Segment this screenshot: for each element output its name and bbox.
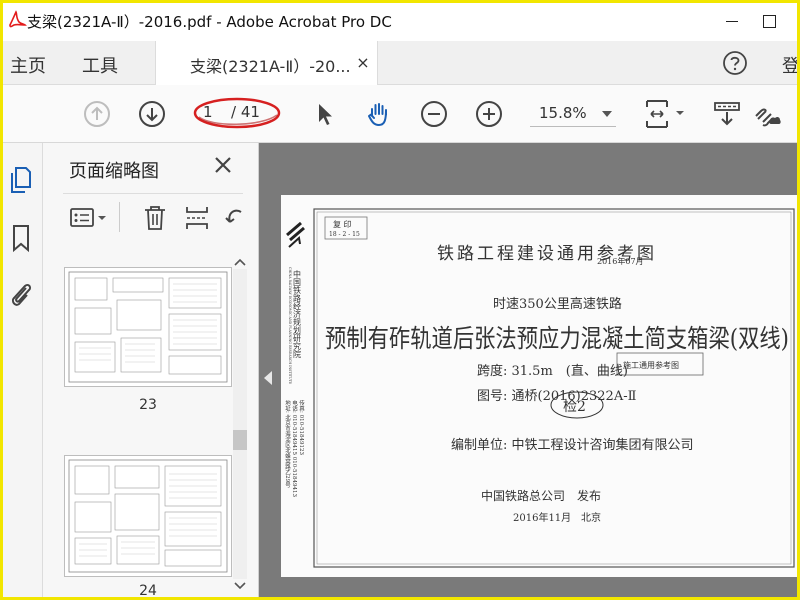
publish-place: 北京 xyxy=(581,511,601,524)
thumbnail-options-icon[interactable] xyxy=(69,204,109,232)
comment-icon[interactable] xyxy=(712,99,742,129)
maximize-button[interactable] xyxy=(758,9,788,33)
close-tab-icon[interactable]: × xyxy=(355,53,371,72)
copy-stamp-line-1: 复 印 xyxy=(333,219,352,229)
side-org-text: 中国铁路经济规划研究院 xyxy=(293,269,302,359)
pages-icon[interactable] xyxy=(8,165,34,195)
close-panel-icon[interactable] xyxy=(211,153,235,177)
thumbnail-scrollbar[interactable] xyxy=(230,255,250,595)
side-fax-text: 传真: 010-51849123 xyxy=(298,399,305,456)
pdf-cover-page: 中国铁路经济规划研究院 CHINA RAILWAY ECONOMIC AND P… xyxy=(281,195,797,577)
insert-page-icon[interactable] xyxy=(183,204,211,232)
page-thumbnail-23[interactable] xyxy=(64,267,232,387)
zoom-value: 15.8% xyxy=(539,104,587,122)
collapse-panel-icon[interactable] xyxy=(262,369,274,387)
subtitle: 时速350公里高速铁路 xyxy=(493,296,622,312)
fit-page-icon[interactable] xyxy=(643,99,689,129)
thumbnails-panel: 页面缩略图 23 24 xyxy=(43,143,259,599)
scroll-down-icon[interactable] xyxy=(234,581,246,591)
publisher-text: 中国铁路总公司 发布 xyxy=(481,488,601,503)
panel-toolbar xyxy=(63,193,243,237)
title-bar: 支梁(2321A-Ⅱ）-2016.pdf - Adobe Acrobat Pro… xyxy=(3,3,797,41)
rotate-page-icon[interactable] xyxy=(221,204,249,232)
acrobat-logo-icon xyxy=(9,10,27,28)
thumbnail-drawing xyxy=(68,459,228,573)
date-stamp-overlay: 2016年07月 xyxy=(597,256,644,266)
hand-tool-icon[interactable] xyxy=(364,99,394,129)
help-icon[interactable] xyxy=(722,50,748,76)
pdf-page: 中国铁路经济规划研究院 CHINA RAILWAY ECONOMIC AND P… xyxy=(281,195,797,577)
span-text: 跨度: 31.5m (直、曲线) xyxy=(477,363,628,379)
thumbnail-label-24: 24 xyxy=(139,583,157,599)
side-phone-text: 电话: 010-51849415 010-51849413 xyxy=(291,399,298,498)
navigation-rail xyxy=(3,143,43,597)
panel-title: 页面缩略图 xyxy=(69,161,159,182)
inspection-stamp-text: 检2 xyxy=(563,399,586,415)
document-tab-label: 支梁(2321A-Ⅱ）-20... xyxy=(190,57,351,76)
publish-date: 2016年11月 xyxy=(513,511,571,524)
copy-stamp-line-2: 18 - 2 - 15 xyxy=(329,231,360,238)
minimize-button[interactable] xyxy=(718,9,748,33)
chevron-down-icon xyxy=(602,111,612,117)
zoom-in-icon[interactable] xyxy=(474,99,504,129)
approval-box-text: 施工通用参考图 xyxy=(623,360,679,370)
toolbar: 1 / 41 15.8% xyxy=(3,85,797,143)
delete-page-icon[interactable] xyxy=(141,204,169,232)
bookmark-icon[interactable] xyxy=(8,223,34,253)
zoom-out-icon[interactable] xyxy=(419,99,449,129)
scroll-thumb[interactable] xyxy=(233,430,247,450)
page-number-box: 1 / 41 xyxy=(193,97,281,129)
share-link-icon[interactable] xyxy=(752,99,782,129)
zoom-dropdown[interactable]: 15.8% xyxy=(530,101,616,127)
scroll-track[interactable] xyxy=(233,269,247,579)
thumbnail-drawing xyxy=(68,271,228,383)
side-org-en-text: CHINA RAILWAY ECONOMIC AND PLANNING RESE… xyxy=(288,267,292,385)
prev-page-icon[interactable] xyxy=(82,99,112,129)
attachment-icon[interactable] xyxy=(8,279,34,309)
big-title: 预制有砟轨道后张法预应力混凝土简支箱梁(双线) xyxy=(325,324,789,353)
toolbar-divider xyxy=(119,202,120,232)
tab-bar: 主页 工具 支梁(2321A-Ⅱ）-20... × 登 xyxy=(3,41,797,85)
tab-tools[interactable]: 工具 xyxy=(82,52,118,78)
compiler-text: 编制单位: 中铁工程设计咨询集团有限公司 xyxy=(451,437,694,453)
side-address-text: 地址: 北京市海淀区北蜂窝路乙29号 xyxy=(284,399,291,489)
scroll-up-icon[interactable] xyxy=(234,257,246,267)
document-view[interactable]: 中国铁路经济规划研究院 CHINA RAILWAY ECONOMIC AND P… xyxy=(259,143,797,597)
thumbnail-label-23: 23 xyxy=(139,397,157,413)
sign-in-link[interactable]: 登 xyxy=(782,52,797,78)
tab-document[interactable]: 支梁(2321A-Ⅱ）-20... × xyxy=(155,41,378,85)
select-cursor-icon[interactable] xyxy=(310,99,340,129)
tab-home[interactable]: 主页 xyxy=(10,52,46,78)
window-title: 支梁(2321A-Ⅱ）-2016.pdf - Adobe Acrobat Pro… xyxy=(27,13,392,31)
next-page-icon[interactable] xyxy=(137,99,167,129)
page-thumbnail-24[interactable] xyxy=(64,455,232,577)
app-window: 支梁(2321A-Ⅱ）-2016.pdf - Adobe Acrobat Pro… xyxy=(0,0,800,600)
red-oval-annotation xyxy=(193,97,281,129)
